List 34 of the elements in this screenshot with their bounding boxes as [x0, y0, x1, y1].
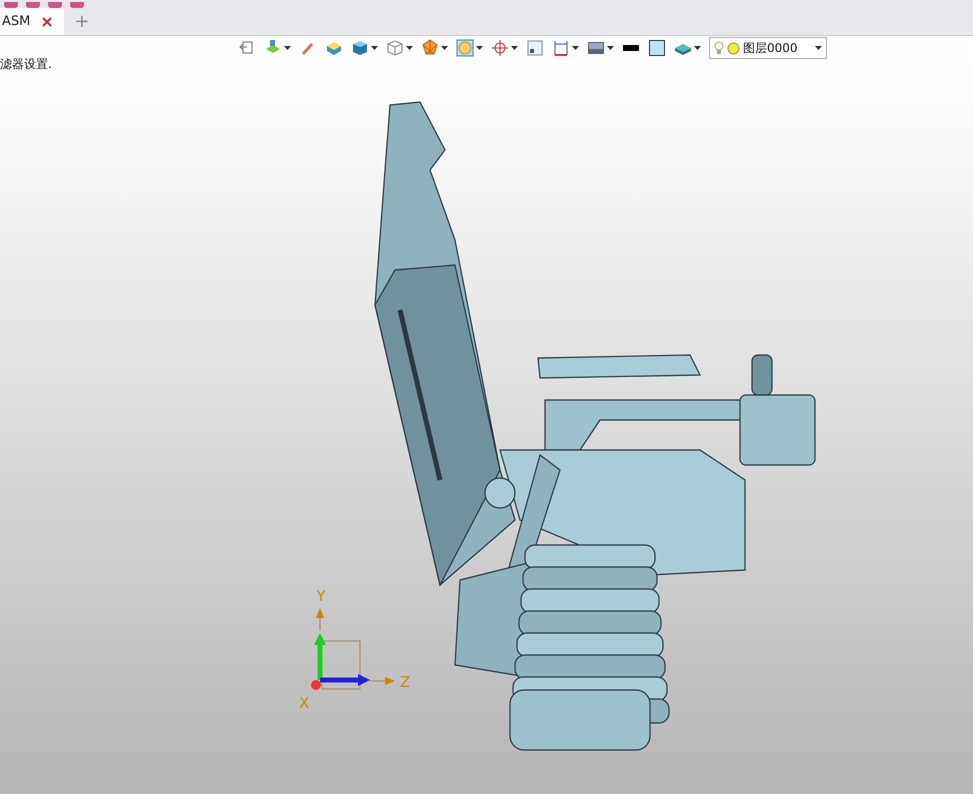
circle-icon	[727, 42, 740, 54]
caret-icon	[694, 46, 701, 50]
toolbar-icon[interactable]	[70, 2, 84, 8]
lightbulb-icon	[714, 40, 724, 56]
frame-icon	[526, 39, 544, 57]
y-axis-label: Y	[316, 587, 326, 605]
caret-icon	[572, 46, 579, 50]
caret-icon	[406, 46, 413, 50]
caret-icon	[284, 46, 291, 50]
layer-select[interactable]: 图层0000	[709, 37, 827, 59]
toolbar-icon[interactable]	[26, 2, 40, 8]
dimension-icon	[552, 39, 570, 57]
caret-icon	[607, 46, 614, 50]
toolbar-button[interactable]	[646, 37, 668, 59]
wire-cube-icon	[386, 39, 404, 57]
box-icon	[325, 39, 343, 57]
z-axis-label: Z	[400, 673, 410, 691]
sphere-icon	[456, 39, 474, 57]
status-message: 滤器设置.	[0, 56, 52, 73]
toolbar-icon[interactable]	[4, 2, 18, 8]
crosshair-icon	[491, 39, 509, 57]
caret-icon	[511, 46, 518, 50]
color-swatch-icon	[648, 39, 666, 57]
caret-icon	[815, 46, 822, 50]
toolbar-icon[interactable]	[48, 2, 62, 8]
monitor-icon	[587, 39, 605, 57]
close-icon[interactable]	[42, 16, 52, 26]
document-tab[interactable]: ASM	[0, 8, 64, 35]
caret-icon	[476, 46, 483, 50]
x-axis-label: X	[299, 694, 310, 712]
polyhedron-icon	[421, 39, 439, 57]
cube-icon	[351, 39, 369, 57]
caret-icon	[371, 46, 378, 50]
caret-icon	[441, 46, 448, 50]
